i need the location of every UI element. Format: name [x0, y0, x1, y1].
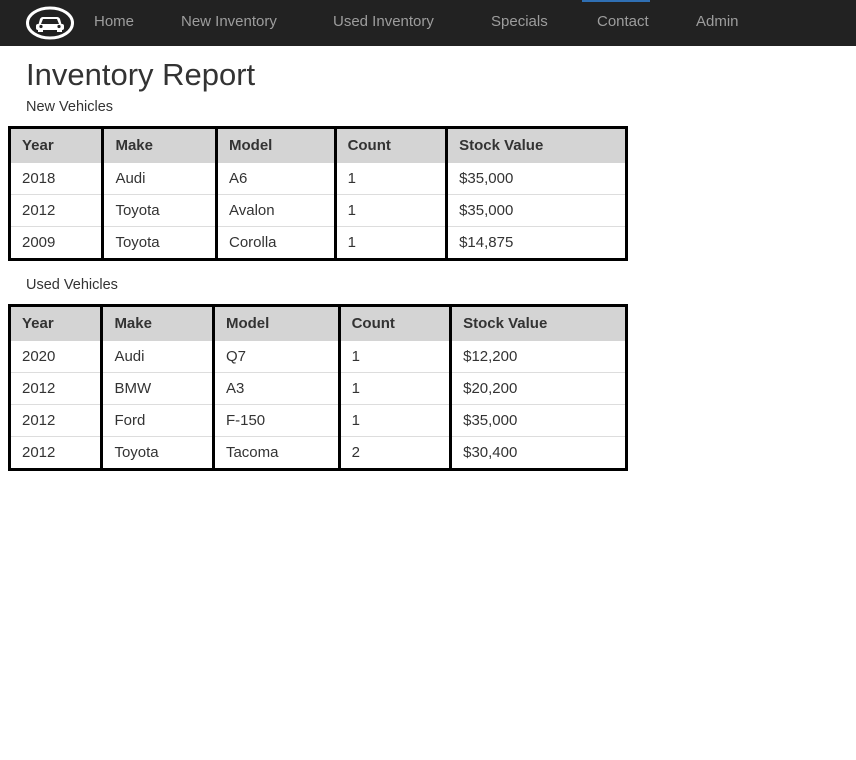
cell-stock-value: $35,000: [445, 162, 627, 195]
cell-make: Audi: [101, 162, 217, 195]
cell-model: Avalon: [215, 194, 336, 227]
cell-count: 1: [337, 404, 451, 437]
cell-year: 2018: [9, 162, 103, 195]
cell-stock-value: $20,200: [449, 372, 627, 405]
nav-home[interactable]: Home: [94, 13, 134, 31]
cell-model: F-150: [211, 404, 340, 437]
cell-stock-value: $30,400: [449, 436, 627, 470]
cell-year: 2012: [9, 436, 102, 470]
table-row: 2012 Toyota Avalon 1 $35,000: [9, 194, 627, 227]
nav-admin[interactable]: Admin: [696, 13, 739, 31]
used-vehicles-table: Year Make Model Count Stock Value 2020 A…: [8, 304, 628, 471]
column-header-stock-value: Stock Value: [445, 127, 627, 163]
cell-model: Corolla: [215, 226, 336, 260]
column-header-make: Make: [100, 305, 214, 341]
cell-count: 1: [333, 162, 447, 195]
cell-make: Audi: [100, 340, 214, 373]
page-title: Inventory Report: [26, 57, 256, 92]
nav-used-inventory[interactable]: Used Inventory: [333, 13, 434, 31]
cell-model: A6: [215, 162, 336, 195]
column-header-year: Year: [9, 305, 102, 341]
cell-count: 1: [333, 226, 447, 260]
table-row: 2018 Audi A6 1 $35,000: [9, 162, 627, 195]
cell-year: 2012: [9, 372, 102, 405]
cell-stock-value: $35,000: [445, 194, 627, 227]
table-row: 2020 Audi Q7 1 $12,200: [9, 340, 627, 373]
cell-stock-value: $12,200: [449, 340, 627, 373]
column-header-stock-value: Stock Value: [449, 305, 627, 341]
table-row: 2012 BMW A3 1 $20,200: [9, 372, 627, 405]
cell-count: 2: [337, 436, 451, 470]
column-header-make: Make: [101, 127, 217, 163]
nav-new-inventory[interactable]: New Inventory: [181, 13, 277, 31]
car-icon[interactable]: [25, 6, 75, 40]
table-header-row: Year Make Model Count Stock Value: [9, 127, 627, 163]
table-row: 2009 Toyota Corolla 1 $14,875: [9, 226, 627, 260]
navbar: Home New Inventory Used Inventory Specia…: [0, 0, 856, 46]
new-vehicles-table: Year Make Model Count Stock Value 2018 A…: [8, 126, 628, 261]
cell-model: A3: [211, 372, 340, 405]
cell-year: 2012: [9, 404, 102, 437]
column-header-year: Year: [9, 127, 103, 163]
cell-year: 2012: [9, 194, 103, 227]
cell-make: Toyota: [101, 226, 217, 260]
used-vehicles-caption: Used Vehicles: [26, 277, 118, 293]
cell-count: 1: [333, 194, 447, 227]
new-vehicles-caption: New Vehicles: [26, 99, 114, 115]
table-row: 2012 Ford F-150 1 $35,000: [9, 404, 627, 437]
cell-count: 1: [337, 372, 451, 405]
column-header-count: Count: [333, 127, 447, 163]
cell-year: 2020: [9, 340, 102, 373]
active-indicator: [582, 0, 650, 2]
cell-model: Tacoma: [211, 436, 340, 470]
cell-year: 2009: [9, 226, 103, 260]
nav-contact[interactable]: Contact: [597, 13, 649, 31]
column-header-count: Count: [337, 305, 451, 341]
cell-stock-value: $35,000: [449, 404, 627, 437]
cell-make: Toyota: [101, 194, 217, 227]
cell-make: Toyota: [100, 436, 214, 470]
column-header-model: Model: [215, 127, 336, 163]
column-header-model: Model: [211, 305, 340, 341]
table-header-row: Year Make Model Count Stock Value: [9, 305, 627, 341]
cell-count: 1: [337, 340, 451, 373]
cell-model: Q7: [211, 340, 340, 373]
cell-make: BMW: [100, 372, 214, 405]
table-row: 2012 Toyota Tacoma 2 $30,400: [9, 436, 627, 470]
cell-make: Ford: [100, 404, 214, 437]
cell-stock-value: $14,875: [445, 226, 627, 260]
nav-specials[interactable]: Specials: [491, 13, 548, 31]
